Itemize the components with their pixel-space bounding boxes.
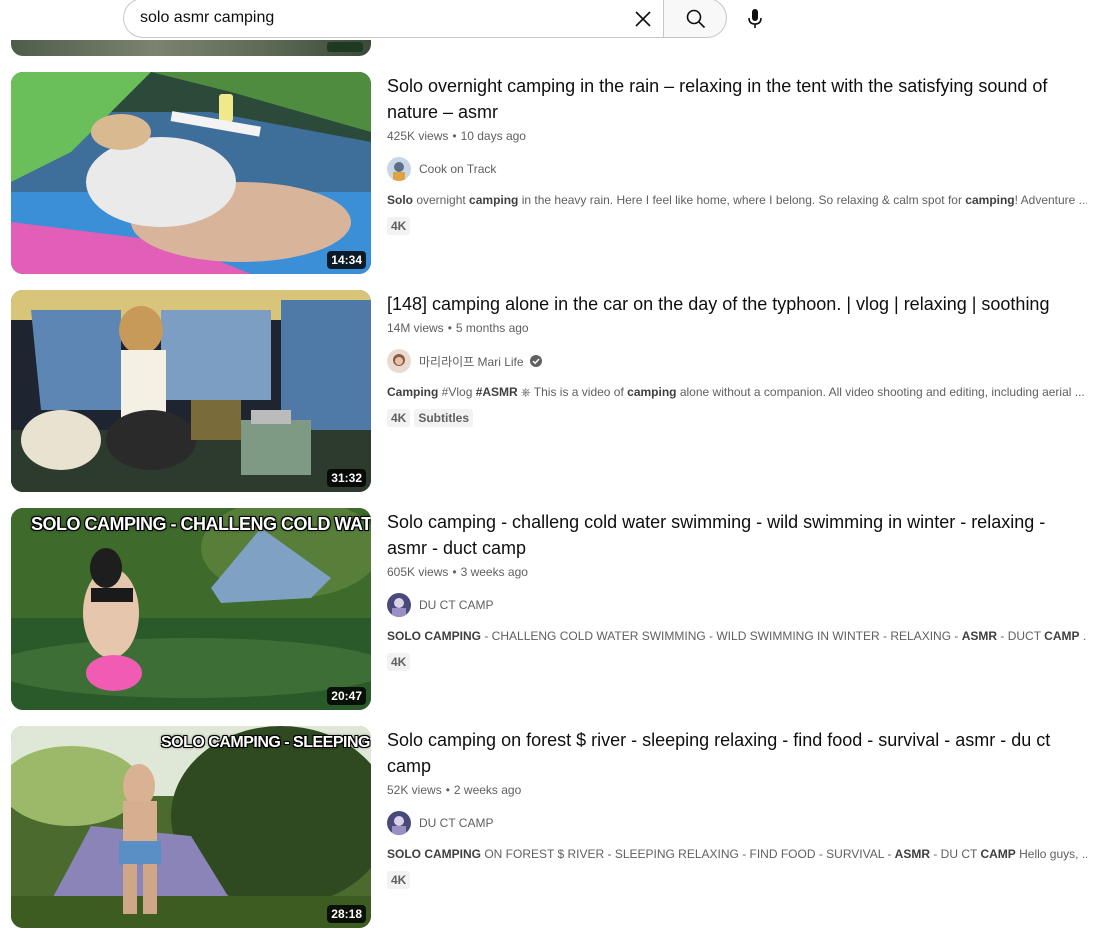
video-info: Solo overnight camping in the rain – rel… bbox=[387, 72, 1087, 235]
duration-badge: 31:32 bbox=[327, 469, 366, 487]
view-count: 605K views bbox=[387, 565, 449, 579]
description-text: in the heavy rain. Here I feel like home… bbox=[518, 193, 966, 207]
video-title[interactable]: Solo overnight camping in the rain – rel… bbox=[387, 72, 1087, 125]
video-description: Solo overnight camping in the heavy rain… bbox=[387, 191, 1087, 209]
description-highlight: SOLO CAMPING bbox=[387, 629, 482, 643]
close-icon bbox=[635, 11, 651, 27]
video-description: SOLO CAMPING ON FOREST $ RIVER - SLEEPIN… bbox=[387, 845, 1087, 863]
description-text: #Vlog bbox=[438, 385, 476, 399]
video-meta: 605K views • 3 weeks ago bbox=[387, 565, 528, 579]
thumbnail-image bbox=[11, 726, 371, 928]
description-text: overnight bbox=[413, 193, 470, 207]
video-thumbnail[interactable]: 14:34 bbox=[11, 72, 371, 274]
description-highlight: CAMP bbox=[1044, 629, 1080, 643]
channel-name[interactable]: DU CT CAMP bbox=[419, 816, 493, 830]
description-text: ⎈ This is a video of bbox=[517, 385, 628, 399]
view-count: 425K views bbox=[387, 129, 449, 143]
video-result[interactable]: SOLO CAMPING - SLEEPING - REALAXING 28:1… bbox=[11, 726, 1091, 928]
thumbnail-overlay-text: SOLO CAMPING - SLEEPING - REALAXING bbox=[161, 734, 371, 751]
video-description: SOLO CAMPING - CHALLENG COLD WATER SWIMM… bbox=[387, 627, 1087, 645]
view-count: 52K views bbox=[387, 783, 442, 797]
description-text: ! Adventure ... bbox=[1014, 193, 1087, 207]
duration-badge: 14:34 bbox=[327, 251, 366, 269]
thumbnail-image bbox=[11, 508, 371, 710]
mic-icon bbox=[748, 9, 762, 28]
channel-avatar[interactable] bbox=[387, 157, 411, 181]
description-text: - CHALLENG COLD WATER SWIMMING - WILD SW… bbox=[481, 629, 962, 643]
video-title[interactable]: Solo camping - challeng cold water swimm… bbox=[387, 508, 1087, 561]
channel-link[interactable]: Cook on Track bbox=[387, 157, 1087, 181]
video-thumbnail[interactable]: 31:32 bbox=[11, 290, 371, 492]
description-highlight: #ASMR bbox=[475, 385, 518, 399]
description-highlight: ASMR bbox=[894, 847, 930, 861]
description-highlight: camping bbox=[469, 193, 519, 207]
search-box[interactable] bbox=[123, 0, 663, 38]
channel-name[interactable]: 마리라이프 Mari Life bbox=[419, 353, 524, 370]
video-info: [148] camping alone in the car on the da… bbox=[387, 290, 1087, 427]
duration-badge-stub bbox=[327, 42, 363, 52]
video-thumbnail[interactable]: SOLO CAMPING - CHALLENG COLD WATER SWIMM… bbox=[11, 508, 371, 710]
voice-search-button[interactable] bbox=[737, 0, 773, 36]
description-highlight: ASMR bbox=[961, 629, 998, 643]
video-result[interactable]: SOLO CAMPING - CHALLENG COLD WATER SWIMM… bbox=[11, 508, 1091, 710]
description-highlight: Solo bbox=[387, 193, 413, 207]
feature-badge: 4K bbox=[387, 871, 411, 889]
search-icon bbox=[686, 9, 706, 29]
description-highlight: camping bbox=[627, 385, 677, 399]
upload-age: 5 months ago bbox=[455, 321, 529, 335]
badge-list: 4K bbox=[387, 217, 1087, 235]
description-text: alone without a companion. All video sho… bbox=[676, 385, 1085, 399]
search-header bbox=[0, 0, 1098, 40]
channel-link[interactable]: DU CT CAMP bbox=[387, 593, 1087, 617]
description-highlight: CAMP bbox=[980, 847, 1016, 861]
description-text: - DUCT bbox=[997, 629, 1045, 643]
video-result[interactable]: 31:32 [148] camping alone in the car on … bbox=[11, 290, 1091, 492]
video-title[interactable]: [148] camping alone in the car on the da… bbox=[387, 290, 1087, 317]
thumbnail-overlay-text: SOLO CAMPING - CHALLENG COLD WATER SWIMM… bbox=[31, 514, 371, 534]
search-button[interactable] bbox=[663, 0, 727, 38]
description-text: Hello guys, ... bbox=[1015, 847, 1087, 861]
description-highlight: Camping bbox=[387, 385, 439, 399]
description-text: ... bbox=[1082, 629, 1087, 643]
video-thumbnail[interactable]: SOLO CAMPING - SLEEPING - REALAXING 28:1… bbox=[11, 726, 371, 928]
duration-badge: 20:47 bbox=[327, 687, 366, 705]
video-meta: 425K views • 10 days ago bbox=[387, 129, 526, 143]
channel-avatar[interactable] bbox=[387, 349, 411, 373]
channel-link[interactable]: DU CT CAMP bbox=[387, 811, 1087, 835]
view-count: 14M views bbox=[387, 321, 444, 335]
video-meta: 52K views • 2 weeks ago bbox=[387, 783, 522, 797]
verified-icon bbox=[529, 355, 542, 367]
feature-badge: Subtitles bbox=[414, 409, 474, 427]
video-meta: 14M views • 5 months ago bbox=[387, 321, 529, 335]
video-info: Solo camping - challeng cold water swimm… bbox=[387, 508, 1087, 671]
feature-badge: 4K bbox=[387, 653, 411, 671]
video-info: Solo camping on forest $ river - sleepin… bbox=[387, 726, 1087, 889]
thumbnail-image bbox=[11, 290, 371, 492]
upload-age: 10 days ago bbox=[460, 129, 526, 143]
description-text: ON FOREST $ RIVER - SLEEPING RELAXING - … bbox=[481, 847, 895, 861]
feature-badge: 4K bbox=[387, 217, 411, 235]
clear-search-button[interactable] bbox=[629, 5, 657, 33]
channel-avatar[interactable] bbox=[387, 593, 411, 617]
badge-list: 4K bbox=[387, 871, 1087, 889]
badge-list: 4K Subtitles bbox=[387, 409, 1087, 427]
channel-name[interactable]: DU CT CAMP bbox=[419, 598, 493, 612]
search-input[interactable] bbox=[140, 7, 610, 29]
duration-badge: 28:18 bbox=[327, 905, 366, 923]
channel-link[interactable]: 마리라이프 Mari Life bbox=[387, 349, 1087, 373]
channel-name[interactable]: Cook on Track bbox=[419, 162, 496, 176]
feature-badge: 4K bbox=[387, 409, 411, 427]
channel-avatar[interactable] bbox=[387, 811, 411, 835]
description-highlight: SOLO CAMPING bbox=[387, 847, 482, 861]
upload-age: 2 weeks ago bbox=[453, 783, 522, 797]
video-description: Camping #Vlog #ASMR ⎈ This is a video of… bbox=[387, 383, 1087, 401]
upload-age: 3 weeks ago bbox=[460, 565, 528, 579]
video-title[interactable]: Solo camping on forest $ river - sleepin… bbox=[387, 726, 1087, 779]
badge-list: 4K bbox=[387, 653, 1087, 671]
video-result[interactable]: 14:34 Solo overnight camping in the rain… bbox=[11, 72, 1091, 274]
description-text: - DU CT bbox=[930, 847, 981, 861]
thumbnail-image bbox=[11, 72, 371, 274]
description-highlight: camping bbox=[965, 193, 1015, 207]
